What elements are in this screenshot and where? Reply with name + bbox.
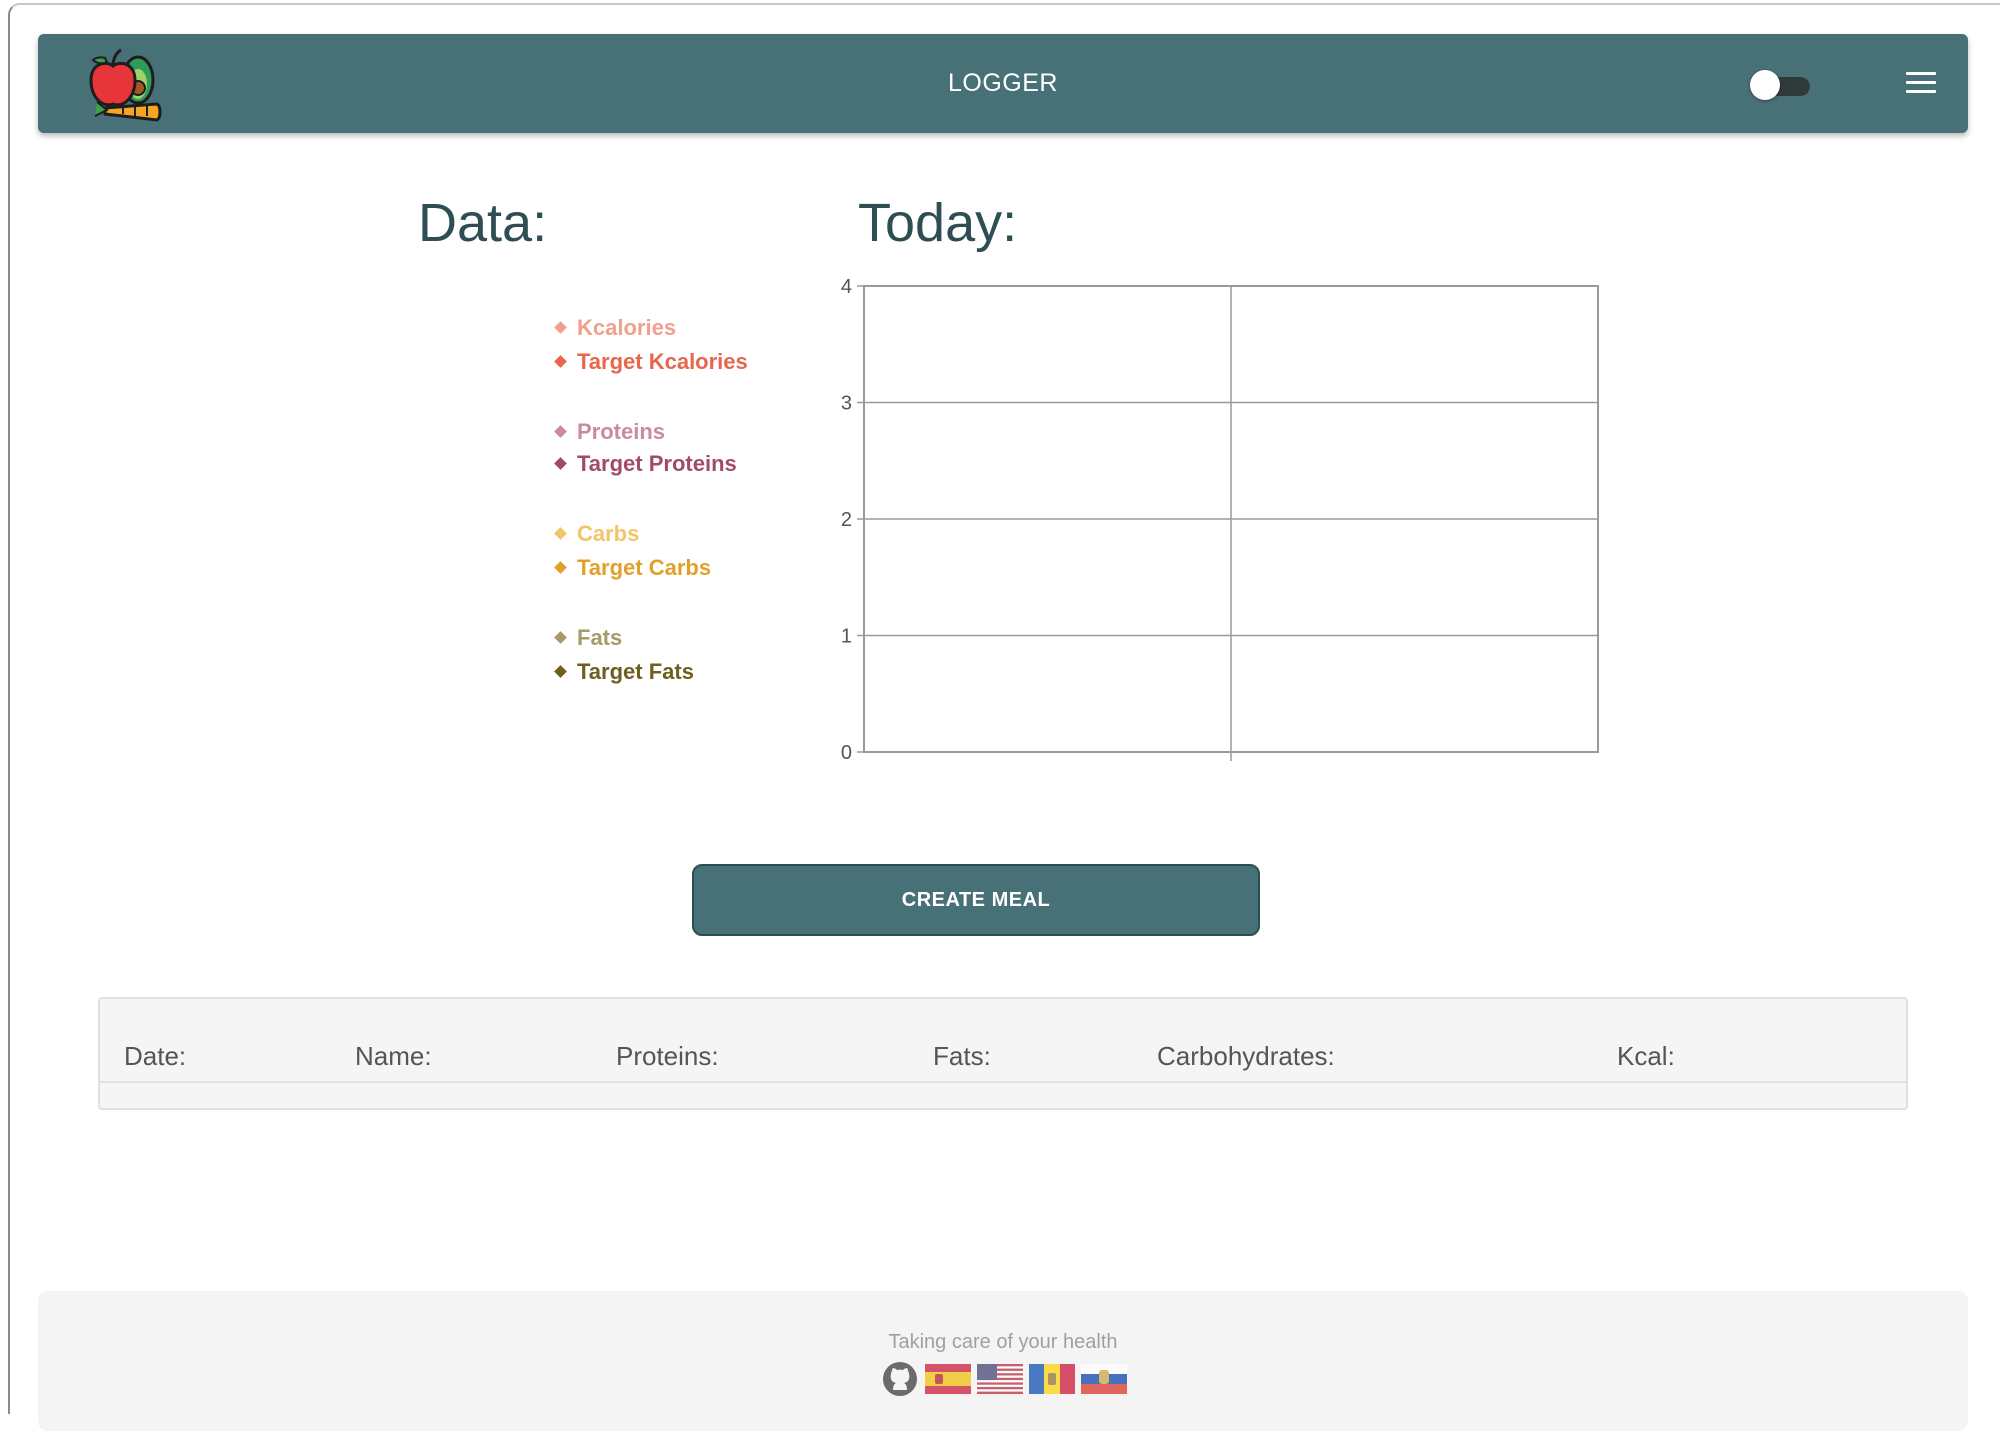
column-header-name[interactable]: Name: [355, 1041, 432, 1072]
meals-table: Date: Name: Proteins: Fats: Carbohydrate… [98, 997, 1908, 1110]
legend-label: Proteins [577, 419, 666, 444]
column-header-carbohydrates[interactable]: Carbohydrates: [1157, 1041, 1335, 1072]
legend-label: Target Carbs [577, 555, 712, 580]
diamond-icon [554, 425, 567, 438]
legend-item-fats[interactable]: Fats [554, 625, 623, 651]
toggle-thumb [1750, 70, 1780, 100]
chart-ytick-label: 2 [841, 509, 852, 531]
diamond-icon [554, 665, 567, 678]
diamond-icon [554, 457, 567, 470]
legend-label: Carbs [577, 521, 640, 546]
russia-flag-icon[interactable] [1081, 1364, 1127, 1394]
chart-ytick-label: 1 [841, 626, 852, 648]
chart-ytick-label: 3 [841, 393, 852, 415]
data-heading: Data: [418, 193, 548, 253]
legend-item-target-kcalories[interactable]: Target Kcalories [554, 349, 748, 375]
today-chart: 0 1 2 3 4 [826, 270, 1626, 770]
legend-item-target-proteins[interactable]: Target Proteins [554, 451, 737, 477]
chart-ytick-label: 0 [841, 742, 852, 764]
legend-label: Target Fats [577, 659, 694, 684]
chart-ytick-label: 4 [841, 276, 852, 298]
theme-toggle[interactable] [1750, 70, 1812, 100]
today-heading: Today: [858, 193, 1018, 253]
footer: Taking care of your health [38, 1291, 1968, 1431]
spain-flag-icon[interactable] [925, 1364, 971, 1394]
diamond-icon [554, 355, 567, 368]
legend-label: Fats [577, 625, 623, 650]
legend-label: Target Kcalories [577, 349, 748, 374]
moldova-flag-icon[interactable] [1029, 1364, 1075, 1394]
footer-tagline: Taking care of your health [888, 1331, 1118, 1353]
top-navbar: LOGGER [38, 34, 1968, 133]
table-header-row: Date: Name: Proteins: Fats: Carbohydrate… [100, 999, 1906, 1083]
column-header-fats[interactable]: Fats: [933, 1041, 991, 1072]
legend-item-target-carbs[interactable]: Target Carbs [554, 555, 712, 581]
diamond-icon [554, 527, 567, 540]
footer-icon-row [881, 1359, 1127, 1399]
app-title: LOGGER [948, 69, 1058, 97]
chart-svg: 0 1 2 3 4 [841, 276, 1599, 764]
usa-flag-icon[interactable] [977, 1364, 1023, 1394]
column-header-kcal[interactable]: Kcal: [1617, 1041, 1675, 1072]
column-header-proteins[interactable]: Proteins: [616, 1041, 719, 1072]
legend-label: Kcalories [577, 315, 677, 340]
github-icon[interactable] [881, 1360, 919, 1398]
hamburger-menu-icon[interactable] [1906, 72, 1936, 94]
legend-item-carbs[interactable]: Carbs [554, 521, 640, 547]
legend-item-kcalories[interactable]: Kcalories [554, 315, 677, 341]
diamond-icon [554, 561, 567, 574]
diamond-icon [554, 321, 567, 334]
column-header-date[interactable]: Date: [124, 1041, 186, 1072]
legend-label: Target Proteins [577, 451, 737, 476]
legend-item-target-fats[interactable]: Target Fats [554, 659, 694, 685]
create-meal-button[interactable]: CREATE MEAL [692, 864, 1260, 936]
legend-item-proteins[interactable]: Proteins [554, 419, 666, 445]
diamond-icon [554, 631, 567, 644]
